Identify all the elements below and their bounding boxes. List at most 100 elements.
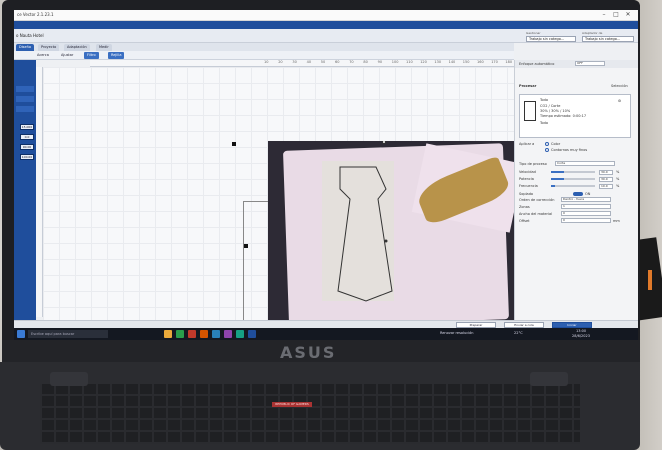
photo-scene: ce Vector 2.1.23.1 – □ ✕ o Nauta Hotel G… bbox=[0, 0, 662, 450]
cut-order-select[interactable]: Dentro - fuera bbox=[561, 197, 611, 202]
ruler-mark: 160 bbox=[477, 60, 484, 64]
selection-handle-ml[interactable] bbox=[244, 244, 248, 248]
material-line-3: Tiempo estimado: 0:00:17 bbox=[540, 114, 587, 118]
ruler-mark: 130 bbox=[434, 60, 442, 64]
width-field[interactable]: 90.00 bbox=[20, 144, 34, 150]
close-icon[interactable]: ✕ bbox=[624, 11, 632, 18]
apply-thin-radio[interactable] bbox=[545, 148, 549, 152]
category-dropdown-2[interactable]: Trabajo sin catego... bbox=[582, 36, 634, 42]
windows-start-icon[interactable] bbox=[17, 330, 25, 338]
hinge-left bbox=[50, 372, 88, 386]
filter-button[interactable]: Filtro bbox=[84, 52, 99, 59]
height-field[interactable]: 100.00 bbox=[20, 154, 34, 160]
app-icon-blue[interactable] bbox=[212, 330, 220, 338]
title-bar: ce Vector 2.1.23.1 – □ ✕ bbox=[14, 10, 638, 21]
material-card[interactable]: Todo CO2 / Corte 30% / 30% / 10% Tiempo … bbox=[519, 94, 631, 138]
tie-outline[interactable] bbox=[268, 141, 514, 321]
tray-time[interactable]: 13:00 bbox=[576, 329, 586, 333]
focus-select[interactable]: OFF bbox=[575, 61, 605, 66]
laptop-bezel: ce Vector 2.1.23.1 – □ ✕ o Nauta Hotel G… bbox=[2, 0, 640, 360]
air-assist-toggle[interactable] bbox=[573, 192, 583, 196]
apply-color-radio[interactable] bbox=[545, 142, 549, 146]
setting-unit: % bbox=[616, 170, 620, 174]
slider-fill bbox=[551, 178, 565, 180]
header-band bbox=[14, 21, 638, 29]
camera-preview[interactable] bbox=[268, 141, 514, 321]
offset-label: Offset bbox=[519, 219, 530, 223]
laser-app-icon[interactable] bbox=[248, 330, 256, 338]
offset-input[interactable]: 0 bbox=[561, 218, 611, 223]
setting-value-input[interactable]: 30.0 bbox=[599, 170, 613, 175]
setting-unit: % bbox=[616, 177, 620, 181]
air-assist-label: Soplado bbox=[519, 192, 534, 196]
toolbar: Acerca Ajustar Filtro Rejilla bbox=[14, 51, 514, 60]
setting-slider[interactable] bbox=[551, 171, 595, 173]
document-subtitle: o Nauta Hotel bbox=[16, 33, 44, 38]
dropdown-label-2: Adaptador de bbox=[582, 31, 603, 35]
ruler-mark: 10 bbox=[264, 60, 269, 64]
taskbar-search-input[interactable]: Escribe aquí para buscar bbox=[28, 330, 108, 338]
tray-date[interactable]: 28/6/2023 bbox=[572, 334, 590, 338]
zones-input[interactable]: 1 bbox=[561, 204, 611, 209]
tab-adaptation[interactable]: Adaptación bbox=[64, 44, 90, 51]
windows-taskbar: Escribe aquí para buscar Renovar resoluc… bbox=[14, 328, 638, 340]
material-swatch bbox=[524, 101, 536, 121]
selection-handle-tl[interactable] bbox=[232, 142, 236, 146]
app-icon-orange[interactable] bbox=[200, 330, 208, 338]
tool-select-icon[interactable] bbox=[16, 86, 34, 92]
tool-rotate-icon[interactable] bbox=[16, 96, 34, 102]
brand-logo: ASUS bbox=[280, 343, 337, 362]
offset-unit: mm bbox=[613, 219, 620, 223]
material-settings-icon[interactable]: ⚙ bbox=[618, 99, 621, 103]
ruler-mark: 20 bbox=[278, 60, 283, 64]
setting-slider[interactable] bbox=[551, 178, 595, 180]
fit-button[interactable]: Ajustar bbox=[58, 52, 76, 59]
position-x-field[interactable]: 15.000 bbox=[20, 124, 34, 130]
process-type-label: Tipo de proceso bbox=[519, 162, 547, 166]
taskbar-status: Renovar resolución bbox=[440, 331, 474, 335]
air-assist-value: ON bbox=[585, 192, 591, 196]
ruler-mark: 170 bbox=[491, 60, 498, 64]
slider-fill bbox=[551, 171, 565, 173]
panel-title: Procesar bbox=[519, 84, 537, 88]
grid-button[interactable]: Rejilla bbox=[108, 52, 125, 59]
selection-link[interactable]: Selección bbox=[611, 84, 628, 88]
maximize-icon[interactable]: □ bbox=[612, 11, 620, 18]
app-icon-red[interactable] bbox=[188, 330, 196, 338]
app-icon-teal[interactable] bbox=[236, 330, 244, 338]
laptop-screen: ce Vector 2.1.23.1 – □ ✕ o Nauta Hotel G… bbox=[14, 10, 638, 340]
setting-value-input[interactable]: 10.0 bbox=[599, 184, 613, 189]
left-tool-panel: 15.000 0.0 90.00 100.00 bbox=[14, 60, 36, 320]
ruler-mark: 120 bbox=[420, 60, 427, 64]
right-panel: Enfoque automático OFF Procesar Selecció… bbox=[514, 60, 638, 320]
tab-measure[interactable]: Medir bbox=[96, 44, 112, 51]
ruler-mark: 180 bbox=[505, 60, 513, 64]
ruler-mark: 100 bbox=[391, 60, 399, 64]
keyboard-keys bbox=[40, 384, 580, 444]
category-dropdown-1[interactable]: Trabajo sin catego... bbox=[526, 36, 576, 42]
app-icon-purple[interactable] bbox=[224, 330, 232, 338]
file-explorer-icon[interactable] bbox=[164, 330, 172, 338]
position-y-field[interactable]: 0.0 bbox=[20, 134, 34, 140]
ruler-mark: 40 bbox=[306, 60, 312, 64]
chrome-icon[interactable] bbox=[176, 330, 184, 338]
process-type-select[interactable]: Corte bbox=[555, 161, 615, 166]
setting-slider[interactable] bbox=[551, 185, 595, 187]
setting-value-input[interactable]: 30.0 bbox=[599, 177, 613, 182]
tab-design[interactable]: Diseño bbox=[16, 44, 35, 51]
zones-label: Zonas bbox=[519, 205, 530, 209]
ruler-mark: 80 bbox=[363, 60, 368, 64]
apply-label: Aplicar a bbox=[519, 142, 535, 146]
zoom-in-button[interactable]: Acerca bbox=[34, 52, 52, 59]
focus-bar: Enfoque automático OFF bbox=[515, 60, 638, 68]
cut-order-label: Orden de corrección bbox=[519, 198, 555, 202]
minimize-icon[interactable]: – bbox=[600, 11, 608, 18]
material-line-2: 30% / 30% / 10% bbox=[540, 109, 571, 113]
dropdown-label-1: Gestionar bbox=[526, 31, 541, 35]
hinge-right bbox=[530, 372, 568, 386]
tab-project[interactable]: Proyecto bbox=[38, 44, 60, 51]
material-width-input[interactable]: 0 bbox=[561, 211, 611, 216]
tool-align-icon[interactable] bbox=[16, 106, 34, 112]
brand-sticker: REPUBLIC OF GAMERS bbox=[272, 402, 312, 407]
ruler-mark: 60 bbox=[335, 60, 340, 64]
